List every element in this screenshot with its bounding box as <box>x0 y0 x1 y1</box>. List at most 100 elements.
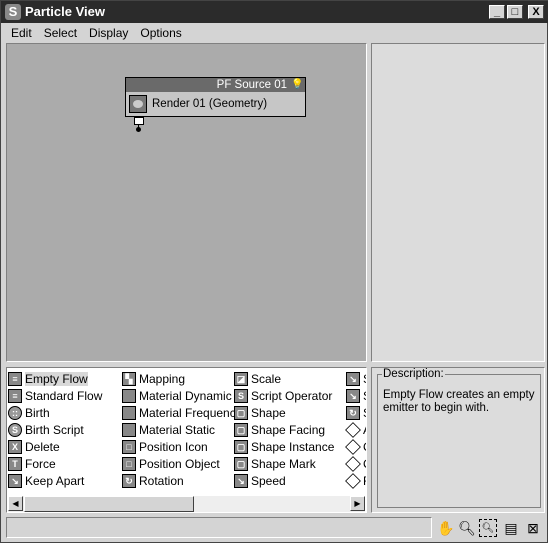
depot-item-label: Delete <box>25 439 60 454</box>
operator-icon: ↘ <box>346 371 360 386</box>
depot-item-label: Script Operator <box>251 388 333 403</box>
rotation-icon: ↻ <box>122 473 136 488</box>
force-icon: T <box>8 456 22 471</box>
description-panel: Description: Empty Flow creates an empty… <box>371 367 545 513</box>
depot-item[interactable]: ↻S <box>346 404 366 421</box>
window-title: Particle View <box>25 4 105 19</box>
event-node[interactable]: PF Source 01 💡 Render 01 (Geometry) <box>125 77 306 117</box>
operator-icon: ↘ <box>8 473 22 488</box>
shape-icon: ▢ <box>234 439 248 454</box>
depot-item[interactable]: ▚ Mapping <box>122 370 242 387</box>
depot-item-label: Shape <box>251 405 286 420</box>
zoom-extents-icon[interactable]: ▤ <box>502 519 520 537</box>
depot-column: ◪ Scale S Script Operator ▢ Shape ▢ Shape Facin… <box>234 370 334 489</box>
depot-item-label: Birth <box>25 405 50 420</box>
menu-options[interactable]: Options <box>134 23 187 43</box>
description-label: Description: <box>382 368 445 380</box>
test-icon: ↯ <box>345 472 361 489</box>
depot-item[interactable]: ▢ Shape Mark <box>234 455 334 472</box>
shape-icon: ▢ <box>234 422 248 437</box>
depot-item-label: Shape Instance <box>251 439 335 454</box>
depot-item-label: Shape Facing <box>251 422 326 437</box>
connector-dot[interactable] <box>136 127 141 132</box>
depot-item-label: C <box>363 457 366 471</box>
maximize-button[interactable]: □ <box>507 5 523 19</box>
delete-icon: X <box>8 439 22 454</box>
node-operator[interactable]: Render 01 (Geometry) <box>126 92 305 116</box>
description-text: Empty Flow creates an empty emitter to b… <box>383 389 535 414</box>
depot-item[interactable]: X Delete <box>8 438 102 455</box>
depot-column: ≡ Empty Flow ≡ Standard Flow:: Birth S Birth S… <box>8 370 102 489</box>
scroll-right-button[interactable]: ▶ <box>350 496 365 511</box>
node-title[interactable]: PF Source 01 <box>126 78 305 92</box>
depot-item[interactable]: ≡ Empty Flow <box>8 370 102 387</box>
close-button[interactable]: X <box>528 5 544 19</box>
material-icon <box>122 388 136 403</box>
depot-item[interactable]: S Birth Script <box>8 421 102 438</box>
depot-item-label: A <box>363 423 366 437</box>
depot-item[interactable]: Material Dynamic <box>122 387 242 404</box>
depot-item[interactable]: S Script Operator <box>234 387 334 404</box>
depot-item[interactable]: ↯C <box>345 438 366 455</box>
shape-icon: ▢ <box>234 456 248 471</box>
no-zoom-icon[interactable]: ⊠ <box>524 519 542 537</box>
depot-item[interactable]: Material Frequency <box>122 404 242 421</box>
horizontal-scrollbar[interactable]: ◀ ▶ <box>8 496 365 512</box>
depot-item[interactable]: :: Birth <box>8 404 102 421</box>
depot-item[interactable]: ↘ Speed <box>234 472 334 489</box>
parameters-panel <box>371 43 545 362</box>
depot-item[interactable]: ↯A <box>345 421 366 438</box>
depot-item[interactable]: ◪ Scale <box>234 370 334 387</box>
depot-item[interactable]: ▢ Shape <box>234 404 334 421</box>
test-icon: ↯ <box>345 455 361 472</box>
depot-column: ↘S↘S↻S↯A↯C↯C↯F <box>345 370 366 489</box>
depot-item[interactable]: ≡ Standard Flow <box>8 387 102 404</box>
menu-edit[interactable]: Edit <box>5 23 38 43</box>
depot-item-label: S <box>363 406 366 420</box>
depot-list: ≡ Empty Flow ≡ Standard Flow:: Birth S Birth S… <box>6 367 367 513</box>
depot-item[interactable]: ↘S <box>346 370 366 387</box>
zoom-icon[interactable]: 🔍︎ <box>458 519 476 537</box>
depot-item-label: Position Object <box>139 456 220 471</box>
scroll-left-button[interactable]: ◀ <box>8 496 23 511</box>
position-icon: □ <box>122 439 136 454</box>
output-socket[interactable] <box>134 117 144 125</box>
depot-item-label: Position Icon <box>139 439 208 454</box>
app-icon[interactable]: S <box>5 4 21 20</box>
depot-item-label: Material Frequency <box>139 405 242 420</box>
depot-column: ▚ Mapping Material Dynamic Material Frequen… <box>122 370 242 489</box>
depot-item[interactable]: ↻ Rotation <box>122 472 242 489</box>
depot-item[interactable]: □ Position Object <box>122 455 242 472</box>
shape-icon: ▢ <box>234 405 248 420</box>
depot-item[interactable]: ▢ Shape Instance <box>234 438 334 455</box>
depot-item[interactable]: Material Static <box>122 421 242 438</box>
rotation-icon: ↻ <box>346 405 360 420</box>
lightbulb-icon[interactable]: 💡 <box>291 79 303 91</box>
scroll-thumb[interactable] <box>24 496 194 512</box>
title-bar: Particle View <box>1 1 548 23</box>
depot-item[interactable]: T Force <box>8 455 102 472</box>
depot-item-label: Keep Apart <box>25 473 85 488</box>
depot-item-label: Shape Mark <box>251 456 316 471</box>
depot-item-label: Empty Flow <box>25 371 88 386</box>
depot-item-label: F <box>363 474 366 488</box>
depot-item[interactable]: ▢ Shape Facing <box>234 421 334 438</box>
menu-select[interactable]: Select <box>38 23 83 43</box>
minimize-button[interactable]: _ <box>489 5 505 19</box>
flow-icon: ≡ <box>8 388 22 403</box>
test-icon: ↯ <box>345 438 361 455</box>
operator-icon: ↘ <box>346 388 360 403</box>
birth-icon: :: <box>8 405 22 420</box>
zoom-region-icon[interactable]: 🔍︎ <box>479 519 497 537</box>
depot-item[interactable]: ↘S <box>346 387 366 404</box>
menu-display[interactable]: Display <box>83 23 134 43</box>
status-bar <box>6 517 432 538</box>
depot-item[interactable]: □ Position Icon <box>122 438 242 455</box>
pan-icon[interactable]: ✋ <box>437 519 455 537</box>
depot-item[interactable]: ↘ Keep Apart <box>8 472 102 489</box>
depot-item-label: Rotation <box>139 473 184 488</box>
operator-label: Render 01 (Geometry) <box>152 98 268 110</box>
script-icon: S <box>234 388 248 403</box>
depot-item[interactable]: ↯C <box>345 455 366 472</box>
depot-item[interactable]: ↯F <box>345 472 366 489</box>
